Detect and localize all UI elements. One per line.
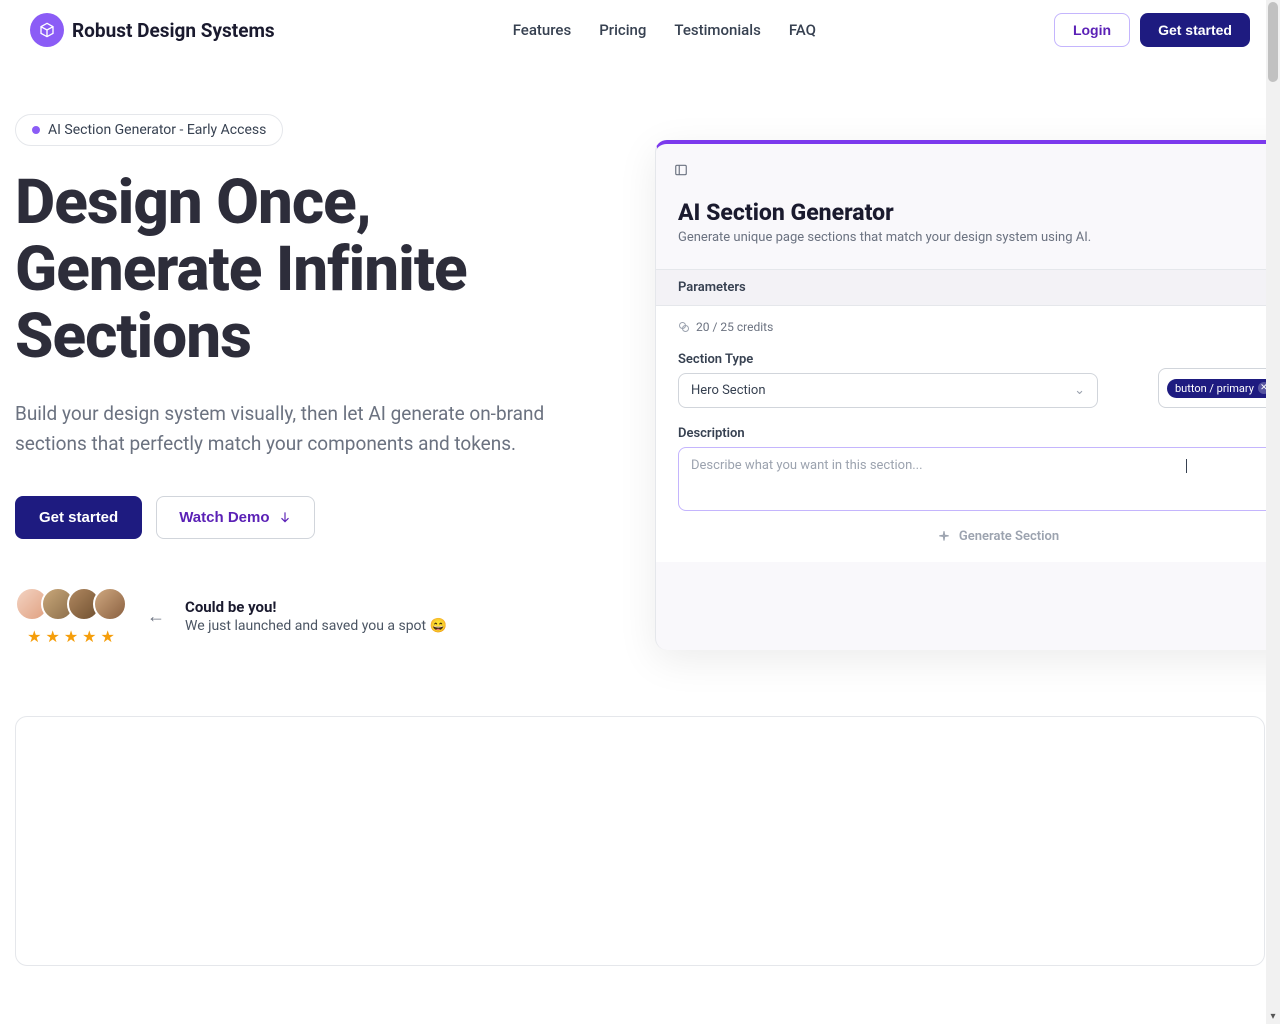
nav-features[interactable]: Features — [513, 21, 571, 39]
description-textarea[interactable]: Describe what you want in this section..… — [678, 447, 1280, 511]
avatars-stars: ★ ★ ★ ★ ★ — [15, 587, 127, 646]
text-cursor-icon — [1186, 459, 1187, 473]
social-proof: ★ ★ ★ ★ ★ ← Could be you! We just launch… — [15, 587, 615, 646]
panel-icon[interactable] — [674, 162, 688, 181]
nav-faq[interactable]: FAQ — [789, 21, 816, 39]
hero-left: AI Section Generator - Early Access Desi… — [15, 110, 615, 646]
generate-row: Generate Section — [678, 511, 1280, 562]
section-type-field: Section Type Hero Section ⌄ — [678, 352, 1140, 408]
badge-dot-icon — [32, 126, 40, 134]
arrow-left-icon: ← — [147, 606, 165, 627]
social-sub: We just launched and saved you a spot 😄 — [185, 618, 447, 634]
logo-icon — [30, 13, 64, 47]
scroll-thumb[interactable] — [1268, 2, 1278, 82]
avatar-row — [15, 587, 127, 621]
section-type-select[interactable]: Hero Section ⌄ — [678, 373, 1098, 408]
mock-sub: Generate unique page sections that match… — [678, 230, 1280, 245]
nav-pricing[interactable]: Pricing — [599, 21, 646, 39]
mock-body: 20 / 25 credits Section Type Hero Sectio… — [656, 306, 1280, 562]
announcement-badge[interactable]: AI Section Generator - Early Access — [15, 114, 283, 146]
brand-name: Robust Design Systems — [72, 19, 275, 42]
brand[interactable]: Robust Design Systems — [30, 13, 275, 47]
generate-label: Generate Section — [959, 529, 1059, 544]
chevron-down-icon: ⌄ — [1074, 383, 1085, 398]
scroll-arrow-down-icon[interactable]: ▾ — [1266, 1011, 1280, 1022]
scrollbar[interactable]: ▾ — [1266, 0, 1280, 1024]
form-row: Section Type Hero Section ⌄ button / pri… — [678, 352, 1280, 408]
nav: Features Pricing Testimonials FAQ — [513, 21, 816, 39]
chip-button-primary[interactable]: button / primary ✕ — [1167, 379, 1278, 398]
mock-title: AI Section Generator — [678, 199, 1280, 226]
description-label: Description — [678, 426, 1280, 441]
badge-text: AI Section Generator - Early Access — [48, 122, 266, 138]
chip-label: button / primary — [1175, 382, 1254, 395]
credits-indicator: 20 / 25 credits — [678, 320, 1280, 334]
sparkle-icon — [937, 530, 951, 544]
components-field: button / primary ✕ but — [1158, 368, 1280, 408]
star-icon: ★ — [64, 627, 78, 646]
hero-subtitle: Build your design system visually, then … — [15, 399, 575, 460]
login-button[interactable]: Login — [1054, 13, 1130, 47]
hero: AI Section Generator - Early Access Desi… — [0, 60, 1280, 646]
star-icon: ★ — [45, 627, 59, 646]
generate-section-button[interactable]: Generate Section — [937, 529, 1059, 544]
description-placeholder: Describe what you want in this section..… — [691, 458, 923, 473]
hero-right: AI Section Generator Generate unique pag… — [655, 110, 1280, 646]
watch-demo-label: Watch Demo — [179, 509, 269, 526]
star-icon: ★ — [27, 627, 41, 646]
avatar — [93, 587, 127, 621]
star-icon: ★ — [101, 627, 115, 646]
star-icon: ★ — [82, 627, 96, 646]
section-type-label: Section Type — [678, 352, 1140, 367]
hero-actions: Get started Watch Demo — [15, 496, 615, 539]
watch-demo-button[interactable]: Watch Demo — [156, 496, 314, 539]
credits-text: 20 / 25 credits — [696, 320, 773, 334]
get-started-header-button[interactable]: Get started — [1140, 13, 1250, 47]
feature-card-placeholder — [15, 716, 1265, 966]
components-chips[interactable]: button / primary ✕ but — [1158, 368, 1280, 408]
header: Robust Design Systems Features Pricing T… — [0, 0, 1280, 60]
section-type-value: Hero Section — [691, 383, 766, 398]
nav-testimonials[interactable]: Testimonials — [674, 21, 760, 39]
social-text: Could be you! We just launched and saved… — [185, 598, 447, 634]
coins-icon — [678, 321, 690, 333]
header-actions: Login Get started — [1054, 13, 1250, 47]
get-started-hero-button[interactable]: Get started — [15, 496, 142, 539]
social-title: Could be you! — [185, 598, 447, 616]
parameters-bar: Parameters — [656, 269, 1280, 306]
product-mock: AI Section Generator Generate unique pag… — [655, 140, 1280, 650]
mock-header: AI Section Generator Generate unique pag… — [674, 199, 1280, 245]
hero-title: Design Once, Generate Infinite Sections — [15, 170, 615, 371]
arrow-down-icon — [278, 510, 292, 524]
star-rating: ★ ★ ★ ★ ★ — [27, 627, 115, 646]
